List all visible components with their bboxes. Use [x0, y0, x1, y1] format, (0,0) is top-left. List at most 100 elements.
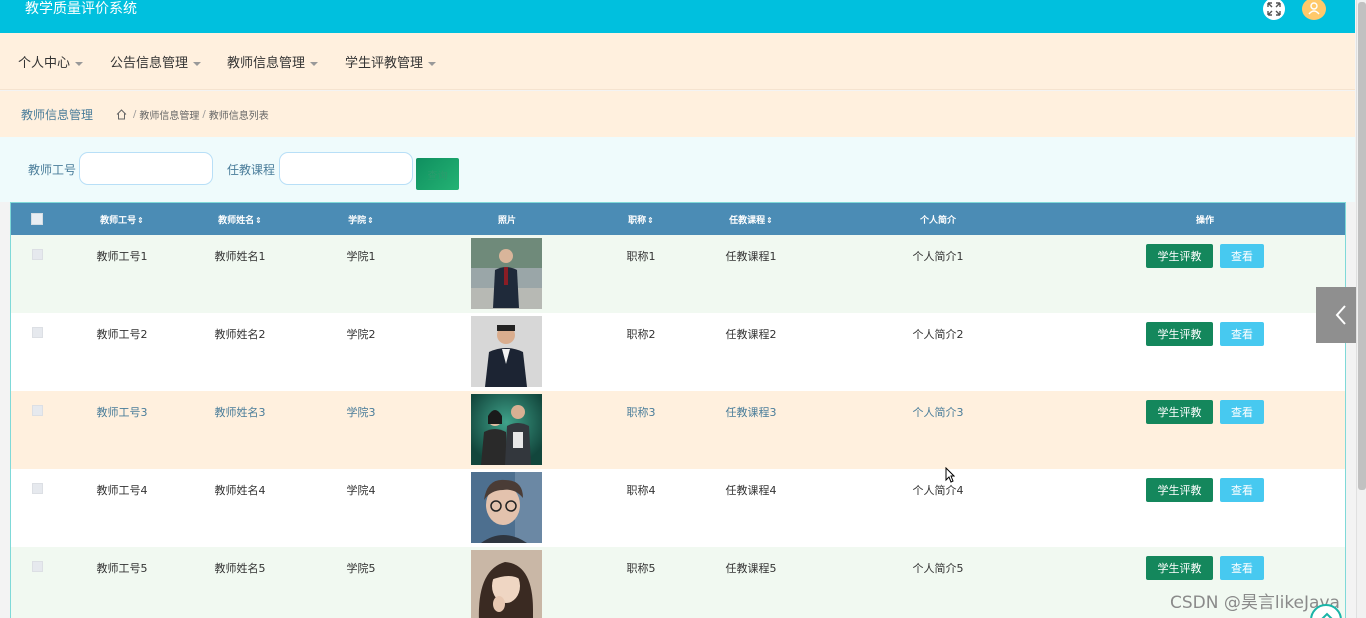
table-header: 教师工号⇕ 教师姓名⇕ 学院⇕ 照片 职称⇕ 任教课程⇕ 个人简介 操作 — [11, 203, 1345, 235]
row-checkbox[interactable] — [32, 405, 43, 416]
teacher-photo — [471, 316, 542, 387]
row-checkbox[interactable] — [32, 249, 43, 260]
top-header: 教学质量评价系统 — [0, 0, 1355, 33]
student-evaluate-button[interactable]: 学生评教 — [1146, 244, 1213, 268]
column-header-teacher-name[interactable]: 教师姓名⇕ — [218, 213, 262, 226]
mouse-cursor-icon — [945, 467, 955, 483]
table-row: 教师工号1 教师姓名1 学院1 职称1 任教课程1 个人简介1 学生评教 查看 — [11, 235, 1345, 313]
row-checkbox[interactable] — [32, 327, 43, 338]
student-evaluate-button[interactable]: 学生评教 — [1146, 478, 1213, 502]
app-title: 教学质量评价系统 — [25, 1, 137, 17]
caret-down-icon — [428, 61, 437, 66]
student-evaluate-button[interactable]: 学生评教 — [1146, 322, 1213, 346]
fullscreen-icon — [1267, 2, 1281, 16]
column-header-operations: 操作 — [1196, 213, 1214, 226]
row-checkbox[interactable] — [32, 483, 43, 494]
breadcrumb-bar: 教师信息管理 / 教师信息管理 / 教师信息列表 — [0, 91, 1355, 137]
course-input[interactable] — [279, 152, 413, 185]
teacher-photo — [471, 238, 542, 309]
title-cell: 职称5 — [626, 562, 656, 575]
nav-label: 教师信息管理 — [227, 56, 306, 71]
caret-down-icon — [75, 61, 84, 66]
column-header-course[interactable]: 任教课程⇕ — [729, 213, 773, 226]
course-cell: 任教课程1 — [725, 250, 777, 263]
course-cell: 任教课程2 — [725, 328, 777, 341]
college-cell: 学院1 — [346, 250, 376, 263]
breadcrumb-separator: / — [202, 109, 206, 120]
view-button[interactable]: 查看 — [1220, 478, 1264, 502]
column-label: 教师姓名 — [218, 216, 255, 226]
teacher-photo — [471, 472, 542, 543]
sort-icon: ⇕ — [137, 216, 144, 225]
caret-down-icon — [310, 61, 319, 66]
select-all-checkbox[interactable] — [31, 213, 43, 225]
course-cell: 任教课程4 — [725, 484, 777, 497]
scrollbar-thumb[interactable] — [1358, 2, 1366, 490]
teacher-photo — [471, 550, 542, 618]
sort-icon: ⇕ — [647, 216, 654, 225]
sort-icon: ⇕ — [766, 216, 773, 225]
teacher-photo — [471, 394, 542, 465]
column-label: 个人简介 — [919, 216, 957, 226]
column-label: 学院 — [348, 216, 367, 226]
teacher-id-cell: 教师工号5 — [96, 562, 148, 575]
college-cell: 学院3 — [346, 406, 376, 419]
chevron-left-icon — [1335, 305, 1346, 325]
view-button[interactable]: 查看 — [1220, 556, 1264, 580]
college-cell: 学院4 — [346, 484, 376, 497]
teacher-name-cell: 教师姓名1 — [214, 250, 266, 263]
column-header-college[interactable]: 学院⇕ — [348, 213, 374, 226]
user-avatar-button[interactable] — [1302, 0, 1326, 20]
teacher-table: 教师工号⇕ 教师姓名⇕ 学院⇕ 照片 职称⇕ 任教课程⇕ 个人简介 操作 教师工… — [10, 202, 1346, 618]
student-evaluate-button[interactable]: 学生评教 — [1146, 400, 1213, 424]
nav-label: 公告信息管理 — [110, 56, 189, 71]
nav-label: 学生评教管理 — [345, 56, 424, 71]
view-button[interactable]: 查看 — [1220, 400, 1264, 424]
nav-item-teacher-management[interactable]: 教师信息管理 — [227, 52, 319, 71]
intro-cell: 个人简介1 — [912, 250, 964, 263]
main-nav: 个人中心 公告信息管理 教师信息管理 学生评教管理 — [0, 33, 1355, 90]
intro-cell: 个人简介4 — [912, 484, 964, 497]
arrow-up-icon — [1321, 612, 1333, 618]
teacher-id-input[interactable] — [79, 152, 213, 185]
breadcrumb: / 教师信息管理 / 教师信息列表 — [116, 107, 269, 122]
home-icon[interactable] — [116, 109, 127, 120]
table-row: 教师工号5 教师姓名5 学院5 职称5 任教课程5 个人简介5 学生评教 查看 — [11, 547, 1345, 618]
fullscreen-button[interactable] — [1263, 0, 1285, 20]
nav-item-notice-management[interactable]: 公告信息管理 — [110, 52, 202, 71]
view-button[interactable]: 查看 — [1220, 322, 1264, 346]
teacher-name-cell: 教师姓名3 — [214, 406, 266, 419]
column-header-teacher-id[interactable]: 教师工号⇕ — [100, 213, 144, 226]
column-label: 照片 — [497, 216, 517, 226]
title-cell: 职称3 — [626, 406, 656, 419]
column-header-intro: 个人简介 — [920, 213, 956, 226]
intro-cell: 个人简介2 — [912, 328, 964, 341]
table-row: 教师工号3 教师姓名3 学院3 职称3 任教课程3 个人简介3 学生评教 查看 — [11, 391, 1345, 469]
title-cell: 职称1 — [626, 250, 656, 263]
teacher-name-cell: 教师姓名2 — [214, 328, 266, 341]
title-cell: 职称4 — [626, 484, 656, 497]
nav-item-student-evaluation[interactable]: 学生评教管理 — [345, 52, 437, 71]
teacher-id-label: 教师工号 — [28, 163, 77, 177]
nav-item-personal-center[interactable]: 个人中心 — [18, 52, 84, 71]
page-scrollbar[interactable] — [1356, 0, 1366, 618]
column-header-title[interactable]: 职称⇕ — [628, 213, 654, 226]
title-cell: 职称2 — [626, 328, 656, 341]
teacher-name-cell: 教师姓名4 — [214, 484, 266, 497]
column-header-photo: 照片 — [498, 213, 516, 226]
column-label: 教师工号 — [100, 216, 137, 226]
college-cell: 学院2 — [346, 328, 376, 341]
column-label: 职称 — [628, 216, 647, 226]
view-button[interactable]: 查看 — [1220, 244, 1264, 268]
teacher-id-cell: 教师工号2 — [96, 328, 148, 341]
breadcrumb-item: 教师信息列表 — [208, 111, 269, 122]
teacher-name-cell: 教师姓名5 — [214, 562, 266, 575]
intro-cell: 个人简介3 — [912, 406, 964, 419]
row-checkbox[interactable] — [32, 561, 43, 572]
breadcrumb-item[interactable]: 教师信息管理 — [139, 107, 199, 122]
college-cell: 学院5 — [346, 562, 376, 575]
breadcrumb-separator: / — [133, 109, 137, 120]
student-evaluate-button[interactable]: 学生评教 — [1146, 556, 1213, 580]
page-title: 教师信息管理 — [21, 108, 94, 122]
search-button[interactable]: 查询 — [416, 158, 459, 190]
